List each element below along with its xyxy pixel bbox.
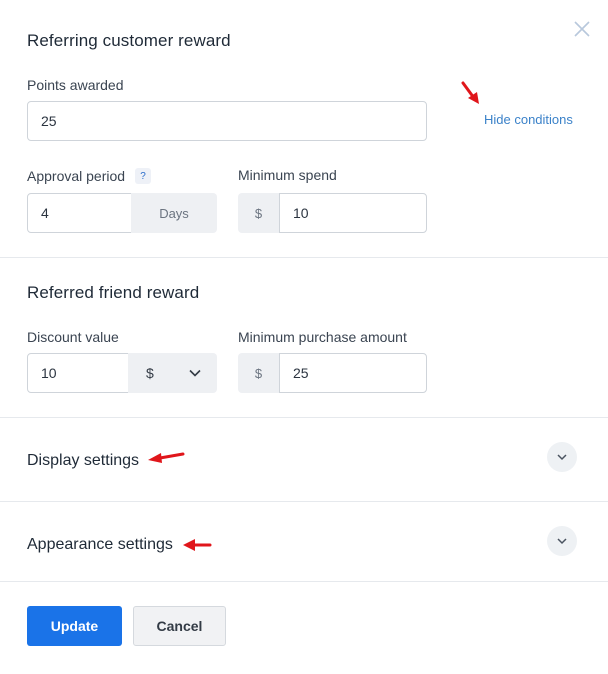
red-arrow-icon xyxy=(148,452,185,463)
display-settings-expand-button[interactable] xyxy=(547,442,577,472)
minimum-purchase-label: Minimum purchase amount xyxy=(238,329,407,345)
approval-period-input[interactable]: 4 xyxy=(27,193,132,233)
red-arrow-icon xyxy=(183,539,212,551)
appearance-settings-title[interactable]: Appearance settings xyxy=(27,536,173,554)
minimum-purchase-value: 25 xyxy=(293,365,309,381)
points-awarded-input[interactable]: 25 xyxy=(27,101,427,141)
discount-type-selected: $ xyxy=(146,365,154,381)
section-divider xyxy=(0,417,608,418)
section-divider xyxy=(0,501,608,502)
hide-conditions-link[interactable]: Hide conditions xyxy=(484,112,573,127)
section-divider xyxy=(0,581,608,582)
chevron-down-icon xyxy=(557,454,567,461)
minimum-spend-value: 10 xyxy=(293,205,309,221)
referred-reward-title: Referred friend reward xyxy=(27,283,200,302)
help-icon[interactable]: ? xyxy=(135,168,151,184)
discount-value-label: Discount value xyxy=(27,329,119,345)
approval-period-value: 4 xyxy=(41,205,49,221)
chevron-down-icon xyxy=(189,369,201,377)
approval-unit-addon: Days xyxy=(131,193,217,233)
min-purchase-currency-addon: $ xyxy=(238,353,279,393)
section-divider xyxy=(0,257,608,258)
update-button[interactable]: Update xyxy=(27,606,122,646)
approval-period-label: Approval period xyxy=(27,168,126,184)
minimum-spend-input[interactable]: 10 xyxy=(279,193,427,233)
minimum-spend-label: Minimum spend xyxy=(238,167,337,183)
appearance-settings-expand-button[interactable] xyxy=(547,526,577,556)
referring-reward-title: Referring customer reward xyxy=(27,31,231,50)
close-icon[interactable] xyxy=(572,19,592,39)
points-awarded-value: 25 xyxy=(41,113,57,129)
discount-type-select[interactable]: $ xyxy=(128,353,217,393)
red-arrow-icon xyxy=(461,81,479,104)
min-spend-currency-addon: $ xyxy=(238,193,279,233)
chevron-down-icon xyxy=(557,538,567,545)
display-settings-title[interactable]: Display settings xyxy=(27,452,139,470)
cancel-button[interactable]: Cancel xyxy=(133,606,226,646)
discount-value-input[interactable]: 10 xyxy=(27,353,129,393)
points-awarded-label: Points awarded xyxy=(27,77,124,93)
discount-value-value: 10 xyxy=(41,365,57,381)
minimum-purchase-input[interactable]: 25 xyxy=(279,353,427,393)
